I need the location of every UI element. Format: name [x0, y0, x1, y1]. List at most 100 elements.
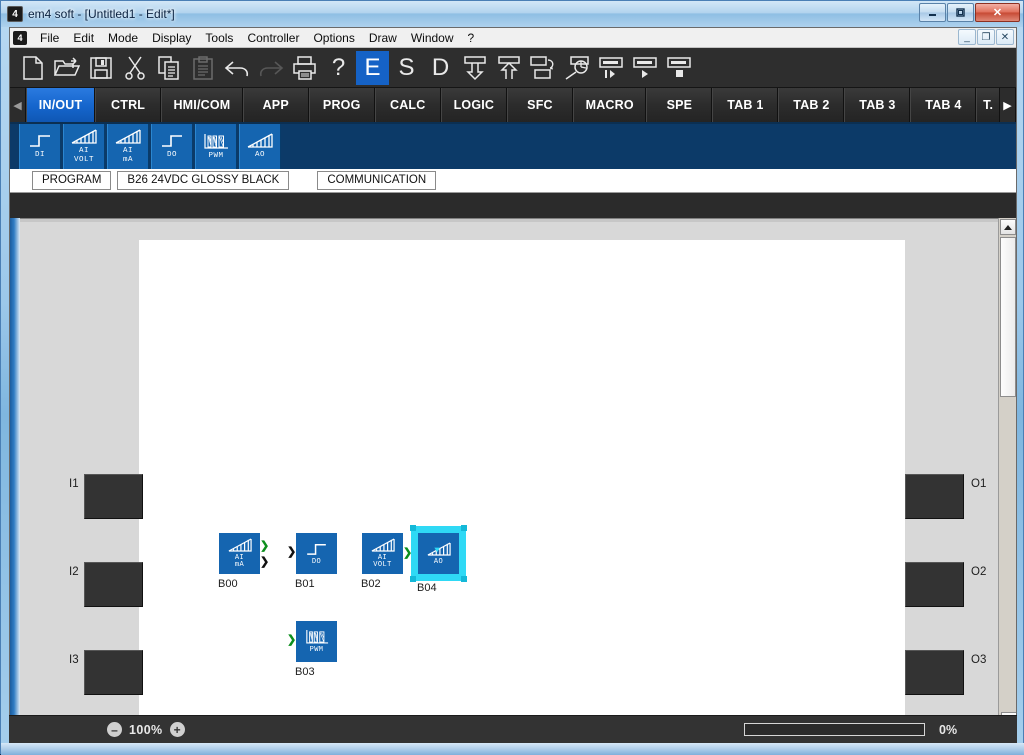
- menu-item-window[interactable]: Window: [404, 28, 461, 48]
- menu-item-file[interactable]: File: [33, 28, 66, 48]
- zoom-out-button[interactable]: –: [107, 722, 122, 737]
- menu-item-help[interactable]: ?: [461, 28, 482, 48]
- pwm-block-button[interactable]: PWM: [195, 124, 237, 169]
- tab-tab1[interactable]: TAB 1: [712, 88, 779, 122]
- undo-arrow-icon[interactable]: [220, 50, 253, 85]
- upload-from-plc-icon[interactable]: [492, 50, 525, 85]
- output-label-o2: O2: [971, 566, 987, 578]
- diagram-canvas[interactable]: [139, 240, 905, 729]
- device-name-field[interactable]: B26 24VDC GLOSSY BLACK: [117, 171, 290, 190]
- debug-mode-button[interactable]: D: [424, 50, 457, 85]
- paste-icon[interactable]: [186, 50, 219, 85]
- tab-tab5-partial[interactable]: T.: [976, 88, 1000, 122]
- mdi-close-button[interactable]: ✕: [996, 29, 1014, 45]
- tab-hmicom[interactable]: HMI/COM: [161, 88, 243, 122]
- redo-arrow-icon[interactable]: [254, 50, 287, 85]
- input-terminal-i3[interactable]: [84, 650, 143, 695]
- menu-item-edit[interactable]: Edit: [66, 28, 101, 48]
- function-block-b02-body[interactable]: AI VOLT: [362, 533, 403, 574]
- tab-logic[interactable]: LOGIC: [440, 88, 507, 122]
- menu-item-draw[interactable]: Draw: [362, 28, 404, 48]
- download-to-plc-icon[interactable]: [458, 50, 491, 85]
- selection-handle-ne[interactable]: [461, 525, 467, 531]
- edit-mode-button[interactable]: E: [356, 50, 389, 85]
- function-block-b03[interactable]: ❯ PWM B03: [287, 621, 337, 678]
- tab-tab4[interactable]: TAB 4: [910, 88, 977, 122]
- tab-sfc[interactable]: SFC: [506, 88, 573, 122]
- new-file-icon[interactable]: [16, 50, 49, 85]
- vertical-scrollbar[interactable]: [998, 218, 1016, 729]
- function-block-b00[interactable]: AI mA ❯ ❯ B00: [218, 533, 269, 590]
- zoom-in-button[interactable]: +: [169, 722, 185, 737]
- function-block-b04-line1: AO: [433, 557, 444, 566]
- run-icon[interactable]: [628, 50, 661, 85]
- window-bottom-frame: [1, 743, 1024, 755]
- selection-handle-se[interactable]: [461, 576, 467, 582]
- menu-item-controller[interactable]: Controller: [240, 28, 306, 48]
- input-label-i2: I2: [69, 566, 79, 578]
- function-block-b00-body[interactable]: AI mA: [219, 533, 260, 574]
- function-block-b03-body[interactable]: PWM: [296, 621, 337, 662]
- tab-app[interactable]: APP: [242, 88, 309, 122]
- ai-ma-block-button[interactable]: AI mA: [107, 124, 149, 169]
- function-block-b02[interactable]: AI VOLT ❯❯ B02: [361, 533, 421, 590]
- triangle-up-icon: [1004, 224, 1012, 230]
- function-block-b00-output-pin-1[interactable]: ❯: [260, 541, 269, 552]
- tab-inout[interactable]: IN/OUT: [26, 88, 96, 122]
- window-close-button[interactable]: ✕: [975, 3, 1020, 22]
- tab-ctrl[interactable]: CTRL: [95, 88, 162, 122]
- program-button[interactable]: PROGRAM: [32, 171, 112, 190]
- function-block-b00-output-pin-2[interactable]: ❯: [260, 557, 269, 568]
- output-terminal-o3[interactable]: [905, 650, 964, 695]
- step-run-icon[interactable]: [594, 50, 627, 85]
- function-block-b04-body[interactable]: AO: [418, 533, 459, 574]
- tabstrip-scroll-right-button[interactable]: ▶: [999, 88, 1016, 122]
- window-minimize-button[interactable]: [919, 3, 946, 22]
- tab-macro[interactable]: MACRO: [572, 88, 647, 122]
- cut-scissors-icon[interactable]: [118, 50, 151, 85]
- copy-icon[interactable]: [152, 50, 185, 85]
- function-block-b01-body[interactable]: DO: [296, 533, 337, 574]
- scroll-up-button[interactable]: [1000, 219, 1016, 235]
- simulation-mode-button[interactable]: S: [390, 50, 423, 85]
- menu-item-mode[interactable]: Mode: [101, 28, 145, 48]
- stop-icon[interactable]: [662, 50, 695, 85]
- output-terminal-o2[interactable]: [905, 562, 964, 607]
- scrollbar-thumb[interactable]: [1000, 237, 1016, 397]
- function-block-b01[interactable]: ❯ DO B01: [287, 533, 337, 590]
- tab-prog[interactable]: PROG: [308, 88, 375, 122]
- selection-handle-sw[interactable]: [410, 576, 416, 582]
- ao-block-button[interactable]: AO: [239, 124, 281, 169]
- window-title: em4 soft - [Untitled1 - Edit*]: [28, 7, 175, 21]
- tab-tab2[interactable]: TAB 2: [778, 88, 845, 122]
- tab-calc[interactable]: CALC: [374, 88, 441, 122]
- menu-item-display[interactable]: Display: [145, 28, 198, 48]
- input-terminal-i2[interactable]: [84, 562, 143, 607]
- help-question-icon[interactable]: ?: [322, 50, 355, 85]
- compare-program-icon[interactable]: [526, 50, 559, 85]
- tab-spe[interactable]: SPE: [646, 88, 713, 122]
- menu-bar: 4 File Edit Mode Display Tools Controlle…: [10, 28, 1016, 48]
- function-block-b01-input-pin[interactable]: ❯: [287, 547, 296, 558]
- menu-item-tools[interactable]: Tools: [198, 28, 240, 48]
- input-terminal-i1[interactable]: [84, 474, 143, 519]
- mdi-minimize-button[interactable]: _: [958, 29, 976, 45]
- open-folder-icon[interactable]: [50, 50, 83, 85]
- ai-volt-block-button[interactable]: AI VOLT: [63, 124, 105, 169]
- diagram-panel[interactable]: I1 I2 I3 I4 I5 I6 O1 O2 O3 O: [21, 222, 998, 729]
- function-block-b04[interactable]: AO B04: [410, 525, 467, 594]
- do-block-button[interactable]: DO: [151, 124, 193, 169]
- print-icon[interactable]: [288, 50, 321, 85]
- save-disk-icon[interactable]: [84, 50, 117, 85]
- menu-item-options[interactable]: Options: [306, 28, 361, 48]
- di-block-button[interactable]: DI: [19, 124, 61, 169]
- communication-button[interactable]: COMMUNICATION: [317, 171, 437, 190]
- window-maximize-button[interactable]: [947, 3, 974, 22]
- monitor-magnifier-icon[interactable]: [560, 50, 593, 85]
- mdi-restore-button[interactable]: ❐: [977, 29, 995, 45]
- function-block-b03-input-pin[interactable]: ❯: [287, 635, 296, 646]
- tab-tab3[interactable]: TAB 3: [844, 88, 911, 122]
- tabstrip-scroll-left-button[interactable]: ◀: [10, 88, 27, 122]
- output-terminal-o1[interactable]: [905, 474, 964, 519]
- selection-handle-nw[interactable]: [410, 525, 416, 531]
